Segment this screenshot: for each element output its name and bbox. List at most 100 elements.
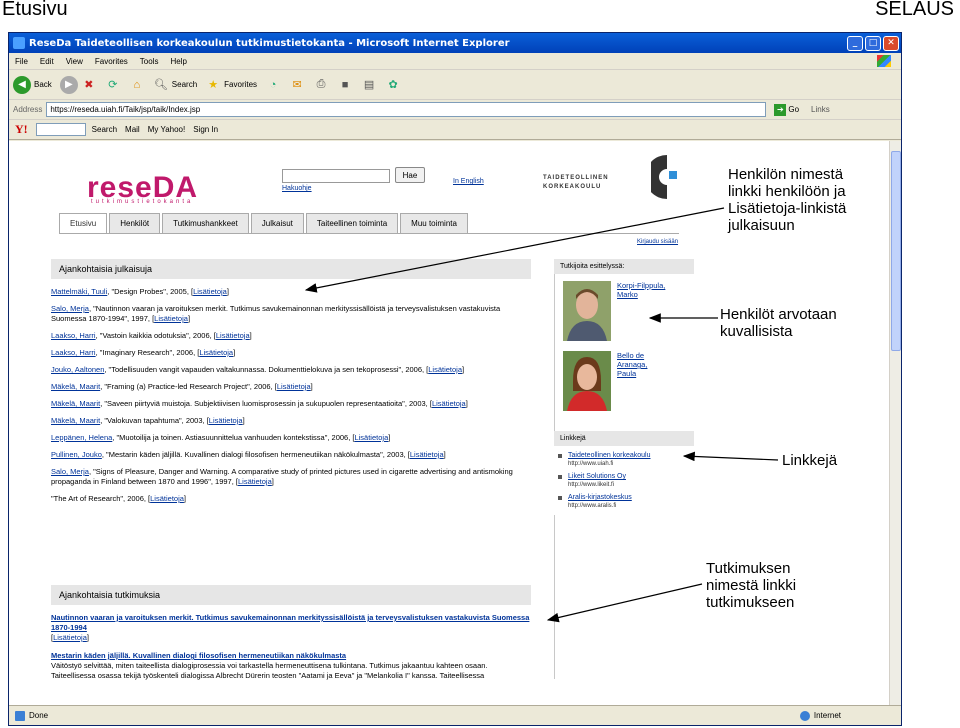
annotation-research-links: Tutkimuksen nimestä linkki tutkimukseen <box>706 560 797 611</box>
my-yahoo-button[interactable]: My Yahoo! <box>148 125 186 134</box>
author-link[interactable]: Leppänen, Helena <box>51 433 112 442</box>
bracket-close: ] <box>233 348 236 357</box>
print-icon[interactable]: ⎙ <box>313 77 329 93</box>
favorites-button[interactable]: ★ Favorites <box>205 77 257 93</box>
author-link[interactable]: Pullinen, Jouko <box>51 450 102 459</box>
person-name-link[interactable]: Korpi-Filppula, Marko <box>617 281 665 341</box>
tab-julkaisut[interactable]: Julkaisut <box>250 213 304 233</box>
person-photo[interactable] <box>563 351 611 411</box>
search-button[interactable]: 🔍︎ Search <box>153 77 197 93</box>
author-link[interactable]: Jouko, Aaltonen <box>51 365 104 374</box>
scroll-thumb[interactable] <box>891 151 901 351</box>
yahoo-mail-button[interactable]: Mail <box>125 125 140 134</box>
featured-box: Tutkijoita esittelyssä: <box>554 259 694 274</box>
publication-text: , "Framing (a) Practice-led Research Pro… <box>100 382 277 391</box>
publication-item: Mäkelä, Maarit, "Framing (a) Practice-le… <box>51 382 531 392</box>
go-button[interactable]: ➔ Go <box>774 103 799 116</box>
tab-etusivu[interactable]: Etusivu <box>59 213 108 233</box>
publication-text: , "Nautinnon vaaran ja varoituksen merki… <box>51 304 501 323</box>
links-label[interactable]: Links <box>811 105 830 114</box>
stop-icon[interactable]: ✖ <box>81 77 97 93</box>
research-title-link[interactable]: Mestarin käden jäljillä. Kuvallinen dial… <box>51 651 531 661</box>
details-link[interactable]: Lisätietoja <box>277 382 311 391</box>
details-link[interactable]: Lisätietoja <box>354 433 388 442</box>
details-link[interactable]: Lisätietoja <box>193 287 227 296</box>
link-name[interactable]: Aralis-kirjastokeskus <box>568 494 694 502</box>
publication-text: , "Saveen piirtyviä muistoja. Subjektiiv… <box>100 399 432 408</box>
tab-henkilot[interactable]: Henkilöt <box>109 213 161 233</box>
details-link[interactable]: Lisätietoja <box>216 331 250 340</box>
research-title-link[interactable]: Nautinnon vaaran ja varoituksen merkit. … <box>51 613 531 633</box>
reseda-logo-subtitle: tutkimustietokanta <box>91 199 194 205</box>
menu-favorites[interactable]: Favorites <box>95 57 128 66</box>
yahoo-search-input[interactable] <box>35 123 86 136</box>
search-help-link[interactable]: Hakuohje <box>282 185 312 192</box>
link-url: http://www.uiah.fi <box>568 461 614 467</box>
forward-button[interactable]: ▶ <box>59 75 78 94</box>
minimize-button[interactable]: _ <box>847 35 863 51</box>
mail-icon[interactable]: ✉ <box>289 77 305 93</box>
details-link[interactable]: Lisätietoja <box>428 365 462 374</box>
yahoo-search-button[interactable]: Search <box>92 125 117 134</box>
messenger-icon[interactable]: ✿ <box>385 77 401 93</box>
author-link[interactable]: Salo, Merja <box>51 467 89 476</box>
author-link[interactable]: Laakso, Harri <box>51 331 96 340</box>
history-icon[interactable]: ◔ <box>265 77 281 93</box>
details-link[interactable]: Lisätietoja <box>410 450 444 459</box>
tab-tutkimushankkeet[interactable]: Tutkimushankkeet <box>162 213 249 233</box>
maximize-button[interactable]: □ <box>865 35 881 51</box>
author-link[interactable]: Mäkelä, Maarit <box>51 399 100 408</box>
home-icon[interactable]: ⌂ <box>129 77 145 93</box>
publication-item: Laakso, Harri, "Vastoin kaikkia odotuksi… <box>51 331 531 341</box>
publication-text: , "Imaginary Research", 2006, [ <box>95 348 200 357</box>
vertical-scrollbar[interactable] <box>889 141 901 707</box>
refresh-icon[interactable]: ⟳ <box>105 77 121 93</box>
details-link[interactable]: Lisätietoja <box>150 494 184 503</box>
status-text: Done <box>29 711 49 720</box>
author-link[interactable]: Salo, Merja <box>51 304 89 313</box>
site-search-input[interactable] <box>282 169 390 183</box>
site-search-button[interactable]: Hae <box>395 167 425 183</box>
back-button[interactable]: ◀ Back <box>13 75 52 94</box>
research-heading: Ajankohtaisia tutkimuksia <box>51 585 531 605</box>
author-link[interactable]: Mäkelä, Maarit <box>51 382 100 391</box>
details-link[interactable]: Lisätietoja <box>238 477 272 486</box>
english-link[interactable]: In English <box>453 178 484 185</box>
login-link[interactable]: Kirjaudu sisään <box>637 239 678 245</box>
link-name[interactable]: Likeit Solutions Oy <box>568 473 694 481</box>
publication-item: Mäkelä, Maarit, "Saveen piirtyviä muisto… <box>51 399 531 409</box>
featured-person: Korpi-Filppula, Marko <box>563 281 665 341</box>
research-icon[interactable]: ▤ <box>361 77 377 93</box>
tab-taiteellinen-toiminta[interactable]: Taiteellinen toiminta <box>305 213 399 233</box>
author-link[interactable]: Mäkelä, Maarit <box>51 416 100 425</box>
yahoo-sign-in-button[interactable]: Sign In <box>193 125 218 134</box>
person-photo[interactable] <box>563 281 611 341</box>
slide-title-right: SELAUS <box>875 0 954 20</box>
person-name-link[interactable]: Bello de Aranaga, Paula <box>617 351 647 411</box>
details-link[interactable]: Lisätietoja <box>199 348 233 357</box>
menu-tools[interactable]: Tools <box>140 57 159 66</box>
publication-text: "The Art of Research", 2006, [ <box>51 494 151 503</box>
research-list: Nautinnon vaaran ja varoituksen merkit. … <box>51 613 531 689</box>
research-details-link[interactable]: Lisätietoja <box>53 633 87 642</box>
tab-muu-toiminta[interactable]: Muu toiminta <box>400 213 468 233</box>
details-link[interactable]: Lisätietoja <box>154 314 188 323</box>
edit-icon[interactable]: ■ <box>337 77 353 93</box>
close-button[interactable]: ✕ <box>883 35 899 51</box>
menu-help[interactable]: Help <box>170 57 186 66</box>
publication-item: Leppänen, Helena, "Muotoilija ja toinen.… <box>51 433 531 443</box>
details-link[interactable]: Lisätietoja <box>209 416 243 425</box>
link-name[interactable]: Taideteollinen korkeakoulu <box>568 452 694 460</box>
menu-edit[interactable]: Edit <box>40 57 54 66</box>
yahoo-logo[interactable]: Y! <box>15 122 28 137</box>
publication-item: Salo, Merja, "Signs of Pleasure, Danger … <box>51 467 531 487</box>
browser-window: ReseDa Taideteollisen korkeakoulun tutki… <box>8 32 902 726</box>
author-link[interactable]: Laakso, Harri <box>51 348 96 357</box>
link-url: http://www.likeit.fi <box>568 482 615 488</box>
address-input[interactable]: https://reseda.uiah.fi/Taik/jsp/taik/Ind… <box>46 102 767 117</box>
menu-file[interactable]: File <box>15 57 28 66</box>
menu-view[interactable]: View <box>66 57 83 66</box>
details-link[interactable]: Lisätietoja <box>432 399 466 408</box>
go-arrow-icon: ➔ <box>774 103 787 116</box>
author-link[interactable]: Mattelmäki, Tuuli <box>51 287 107 296</box>
